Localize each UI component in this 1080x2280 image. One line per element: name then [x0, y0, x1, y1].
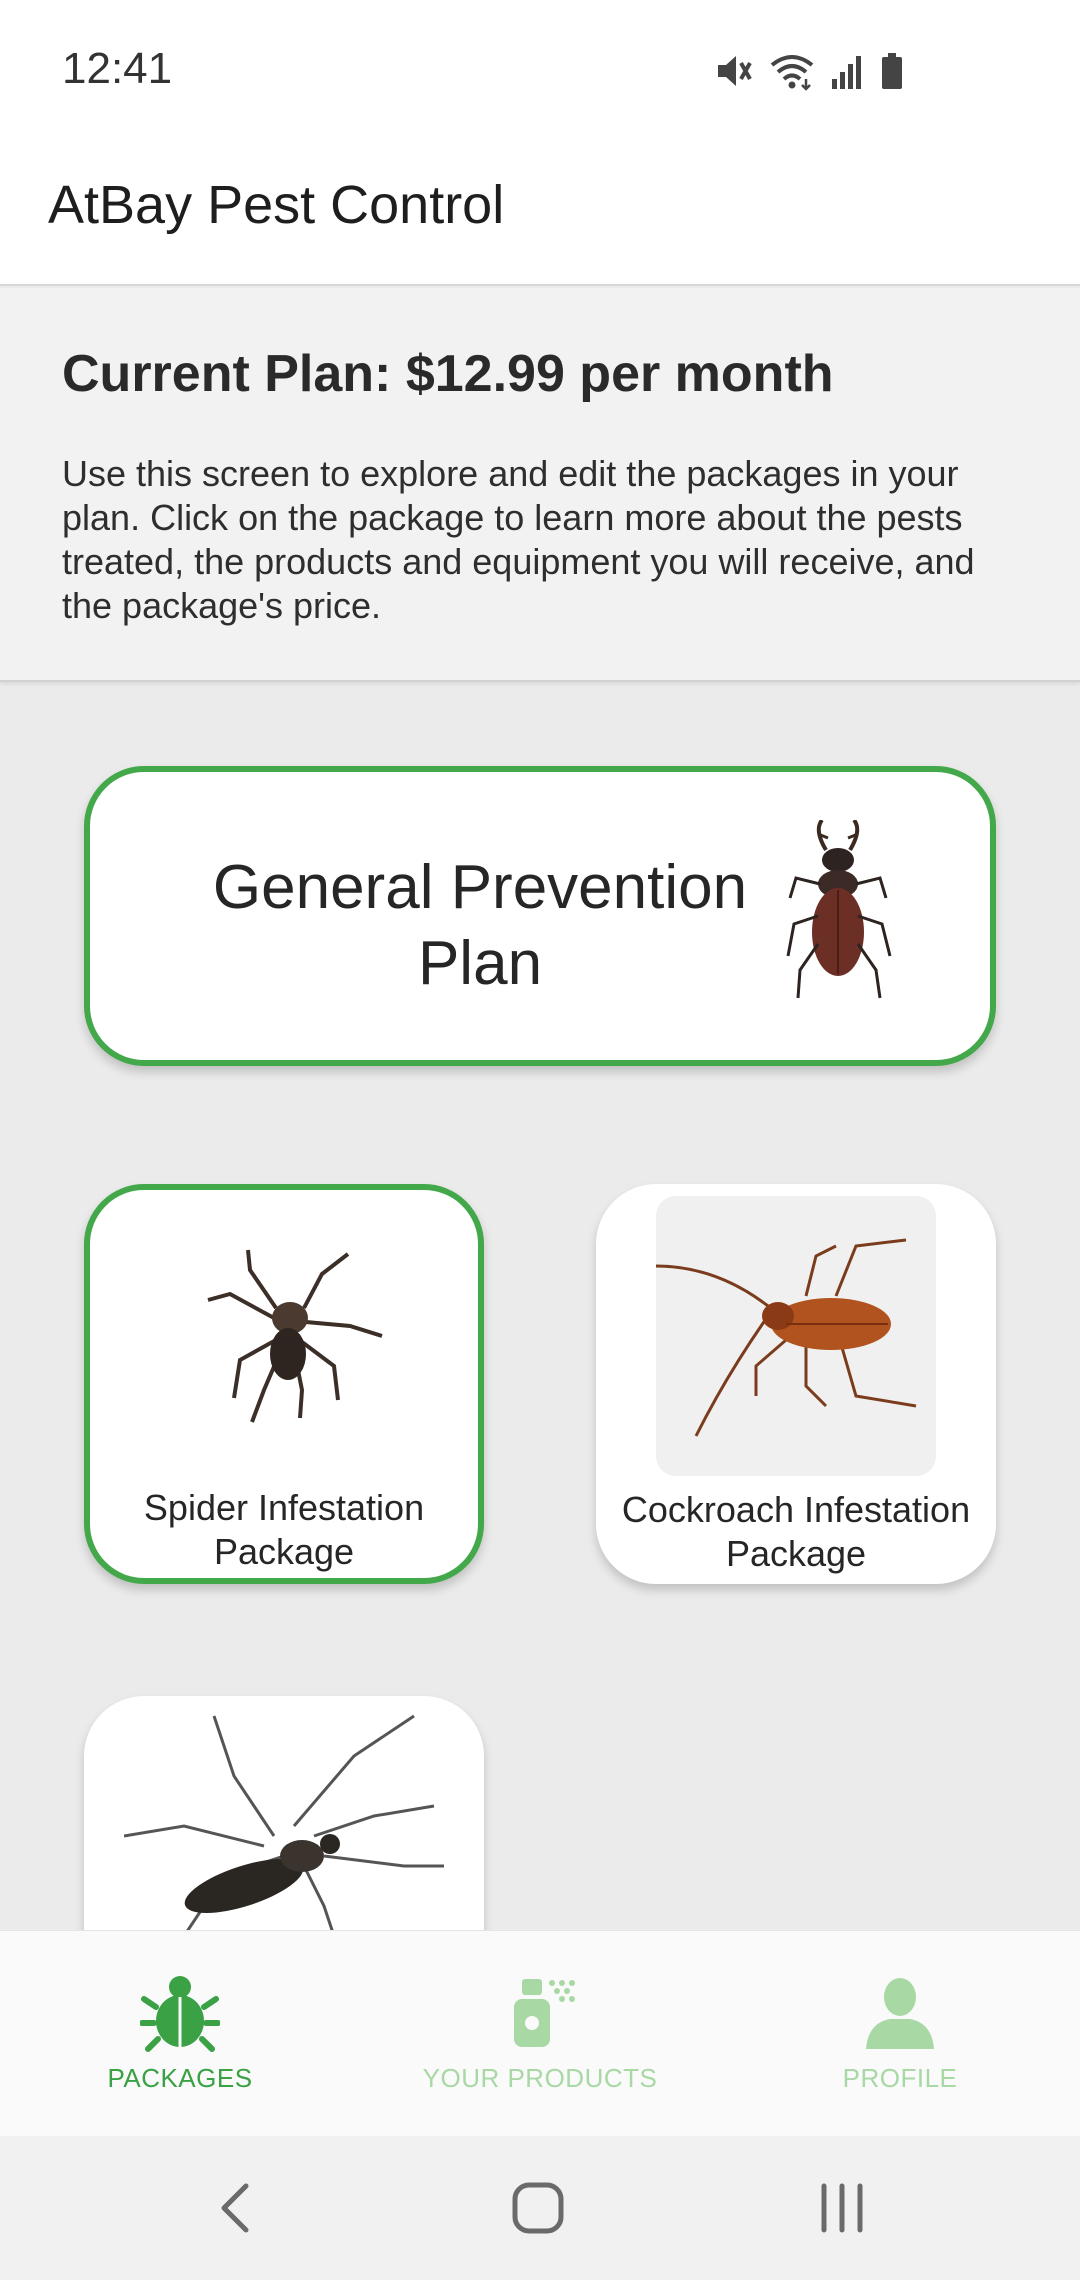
nav-packages-label: PACKAGES	[107, 2063, 253, 2093]
person-icon	[866, 1978, 934, 2049]
app-header: AtBay Pest Control	[0, 140, 1080, 286]
status-bar: 12:41	[0, 0, 1080, 140]
system-navigation-bar	[0, 2136, 1080, 2280]
home-icon[interactable]	[510, 2180, 566, 2236]
general-label-line-1: General Prevention	[212, 853, 748, 922]
stag-beetle-image	[786, 820, 892, 999]
spider-label-line-1: Spider Infestation	[143, 1487, 425, 1528]
mute-icon	[718, 56, 752, 86]
spider-package-label: Spider Infestation Package	[90, 1486, 478, 1574]
battery-icon	[882, 53, 902, 89]
bottom-navigation: PACKAGES YOUR PRODUCTS PROFILE	[0, 1930, 1080, 2136]
cockroach-infestation-package-card[interactable]: Cockroach Infestation Package	[596, 1184, 996, 1584]
nav-packages[interactable]: PACKAGES	[0, 1931, 360, 2137]
cockroach-image	[655, 1238, 917, 1437]
spider-label-line-2: Package	[213, 1531, 355, 1572]
mosquito-image	[124, 1714, 444, 1930]
status-icons	[714, 48, 904, 94]
plan-description: Use this screen to explore and edit the …	[62, 453, 975, 626]
cockroach-package-label: Cockroach Infestation Package	[596, 1488, 996, 1576]
nav-profile[interactable]: PROFILE	[720, 1931, 1080, 2137]
nav-your-products[interactable]: YOUR PRODUCTS	[360, 1931, 720, 2137]
general-prevention-plan-card[interactable]: General Prevention Plan	[84, 766, 996, 1066]
cockroach-label-line-2: Package	[725, 1533, 867, 1574]
mosquito-package-card[interactable]	[84, 1696, 484, 1930]
app-title: AtBay Pest Control	[48, 175, 505, 235]
spider-infestation-package-card[interactable]: Spider Infestation Package	[84, 1184, 484, 1584]
general-prevention-plan-label: General Prevention Plan	[120, 850, 840, 1002]
current-plan-section: Current Plan: $12.99 per month Use this …	[0, 288, 1080, 682]
spray-bottle-icon	[514, 1979, 575, 2047]
recent-apps-icon[interactable]	[816, 2182, 868, 2234]
cockroach-image-frame	[655, 1196, 936, 1476]
spider-image	[207, 1249, 383, 1423]
nav-your-products-label: YOUR PRODUCTS	[422, 2063, 658, 2093]
packages-list[interactable]: General Prevention Plan Spider Infestati…	[0, 684, 1080, 1930]
bug-icon	[140, 1976, 220, 2052]
back-icon[interactable]	[212, 2180, 260, 2236]
cockroach-label-line-1: Cockroach Infestation	[621, 1489, 971, 1530]
current-plan-title: Current Plan: $12.99 per month	[62, 345, 834, 403]
nav-profile-label: PROFILE	[842, 2063, 958, 2093]
wifi-icon	[770, 55, 814, 91]
status-time: 12:41	[62, 44, 173, 93]
general-label-line-2: Plan	[417, 929, 543, 998]
signal-icon	[832, 56, 861, 89]
